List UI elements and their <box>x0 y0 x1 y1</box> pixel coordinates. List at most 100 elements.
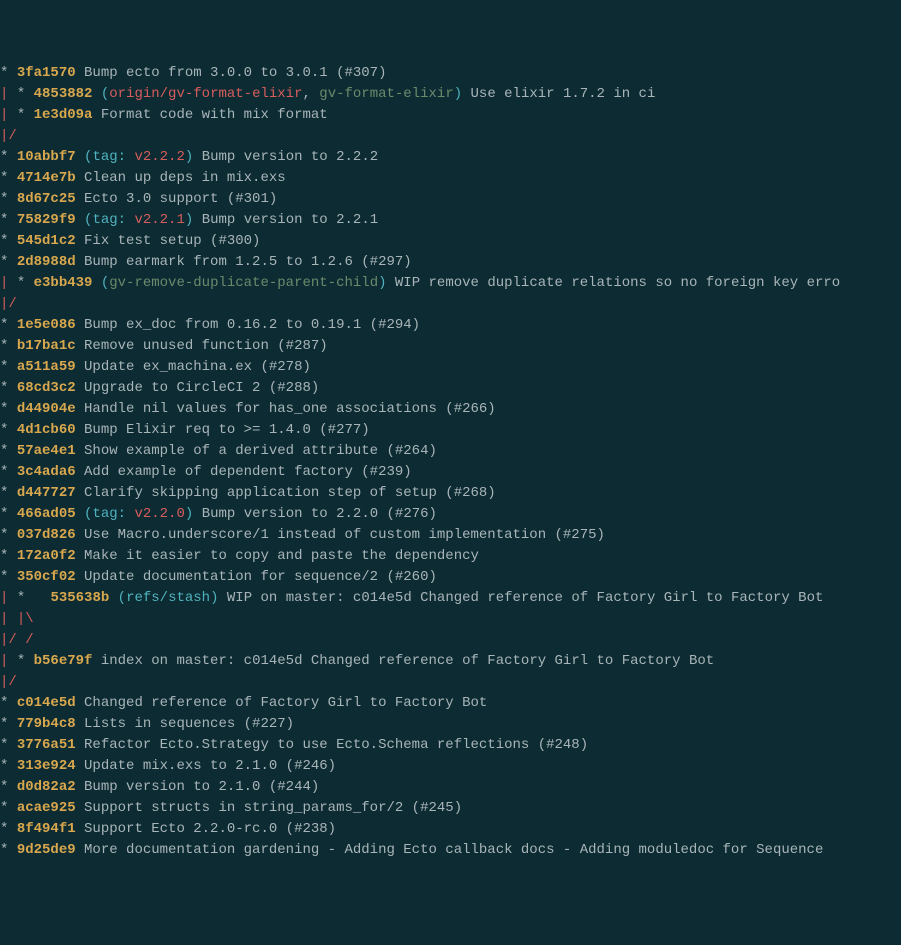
commit-hash: 037d826 <box>17 527 76 543</box>
log-line: * 3c4ada6 Add example of dependent facto… <box>0 462 901 483</box>
commit-message: Clarify skipping application step of set… <box>84 485 496 501</box>
commit-hash: b17ba1c <box>17 338 76 354</box>
log-line: * d44904e Handle nil values for has_one … <box>0 399 901 420</box>
commit-hash: c014e5d <box>17 695 76 711</box>
log-line: * 1e5e086 Bump ex_doc from 0.16.2 to 0.1… <box>0 315 901 336</box>
commit-message: Refactor Ecto.Strategy to use Ecto.Schem… <box>84 737 588 753</box>
ref-tag-label: tag: <box>92 149 134 165</box>
commit-message: WIP remove duplicate relations so no for… <box>395 275 840 291</box>
ref-branch-local: gv-remove-duplicate-parent-child <box>109 275 378 291</box>
log-line: * 2d8988d Bump earmark from 1.2.5 to 1.2… <box>0 252 901 273</box>
log-line: | |\ <box>0 609 901 630</box>
ref-msg: , <box>302 86 319 102</box>
commit-hash: 172a0f2 <box>17 548 76 564</box>
commit-message: Changed reference of Factory Girl to Fac… <box>84 695 487 711</box>
commit-message: WIP on master: c014e5d Changed reference… <box>227 590 824 606</box>
commit-message: Fix test setup (#300) <box>84 233 260 249</box>
commit-message: Support Ecto 2.2.0-rc.0 (#238) <box>84 821 336 837</box>
log-line: * b17ba1c Remove unused function (#287) <box>0 336 901 357</box>
commit-hash: 75829f9 <box>17 212 76 228</box>
commit-message: Update documentation for sequence/2 (#26… <box>84 569 437 585</box>
commit-message: Update mix.exs to 2.1.0 (#246) <box>84 758 336 774</box>
log-line: * 8d67c25 Ecto 3.0 support (#301) <box>0 189 901 210</box>
commit-message: Bump version to 2.1.0 (#244) <box>84 779 319 795</box>
commit-message: Upgrade to CircleCI 2 (#288) <box>84 380 319 396</box>
log-line: * 4d1cb60 Bump Elixir req to >= 1.4.0 (#… <box>0 420 901 441</box>
log-line: * acae925 Support structs in string_para… <box>0 798 901 819</box>
commit-hash: 4714e7b <box>17 170 76 186</box>
commit-hash: 1e5e086 <box>17 317 76 333</box>
commit-message: Use elixir 1.7.2 in ci <box>471 86 656 102</box>
commit-hash: 4d1cb60 <box>17 422 76 438</box>
commit-message: Use Macro.underscore/1 instead of custom… <box>84 527 605 543</box>
ref-tag-val: v2.2.2 <box>134 149 184 165</box>
commit-hash: 3c4ada6 <box>17 464 76 480</box>
commit-hash: acae925 <box>17 800 76 816</box>
commit-hash: 1e3d09a <box>34 107 93 123</box>
commit-hash: 3fa1570 <box>17 65 76 81</box>
ref-branch-local: gv-format-elixir <box>319 86 453 102</box>
log-line: |/ / <box>0 630 901 651</box>
log-line: |/ <box>0 294 901 315</box>
log-line: * 779b4c8 Lists in sequences (#227) <box>0 714 901 735</box>
log-line: * c014e5d Changed reference of Factory G… <box>0 693 901 714</box>
commit-hash: d447727 <box>17 485 76 501</box>
commit-message: Bump earmark from 1.2.5 to 1.2.6 (#297) <box>84 254 412 270</box>
commit-message: Make it easier to copy and paste the dep… <box>84 548 479 564</box>
log-line: | * 1e3d09a Format code with mix format <box>0 105 901 126</box>
log-line: * 172a0f2 Make it easier to copy and pas… <box>0 546 901 567</box>
log-line: | * e3bb439 (gv-remove-duplicate-parent-… <box>0 273 901 294</box>
commit-hash: 8f494f1 <box>17 821 76 837</box>
commit-message: index on master: c014e5d Changed referen… <box>101 653 714 669</box>
commit-hash: 9d25de9 <box>17 842 76 858</box>
commit-message: Show example of a derived attribute (#26… <box>84 443 437 459</box>
log-line: * 3776a51 Refactor Ecto.Strategy to use … <box>0 735 901 756</box>
log-line: |/ <box>0 672 901 693</box>
commit-hash: 350cf02 <box>17 569 76 585</box>
commit-message: Bump version to 2.2.1 <box>202 212 378 228</box>
commit-hash: 3776a51 <box>17 737 76 753</box>
log-line: * 3fa1570 Bump ecto from 3.0.0 to 3.0.1 … <box>0 63 901 84</box>
commit-message: Update ex_machina.ex (#278) <box>84 359 311 375</box>
log-line: * 10abbf7 (tag: v2.2.2) Bump version to … <box>0 147 901 168</box>
commit-message: Ecto 3.0 support (#301) <box>84 191 277 207</box>
ref-ref: refs/stash <box>126 590 210 606</box>
commit-hash: 466ad05 <box>17 506 76 522</box>
commit-hash: 8d67c25 <box>17 191 76 207</box>
commit-hash: a511a59 <box>17 359 76 375</box>
commit-hash: 535638b <box>50 590 109 606</box>
commit-hash: b56e79f <box>34 653 93 669</box>
log-line: * 466ad05 (tag: v2.2.0) Bump version to … <box>0 504 901 525</box>
commit-message: More documentation gardening - Adding Ec… <box>84 842 823 858</box>
commit-hash: 57ae4e1 <box>17 443 76 459</box>
log-line: * 545d1c2 Fix test setup (#300) <box>0 231 901 252</box>
log-line: * 8f494f1 Support Ecto 2.2.0-rc.0 (#238) <box>0 819 901 840</box>
commit-hash: 313e924 <box>17 758 76 774</box>
commit-message: Format code with mix format <box>101 107 328 123</box>
commit-hash: d0d82a2 <box>17 779 76 795</box>
git-log-output: * 3fa1570 Bump ecto from 3.0.0 to 3.0.1 … <box>0 63 901 861</box>
log-line: * 313e924 Update mix.exs to 2.1.0 (#246) <box>0 756 901 777</box>
log-line: * a511a59 Update ex_machina.ex (#278) <box>0 357 901 378</box>
ref-tag-label: tag: <box>92 212 134 228</box>
commit-message: Bump ecto from 3.0.0 to 3.0.1 (#307) <box>84 65 386 81</box>
commit-hash: 10abbf7 <box>17 149 76 165</box>
log-line: * 4714e7b Clean up deps in mix.exs <box>0 168 901 189</box>
commit-message: Bump version to 2.2.2 <box>202 149 378 165</box>
log-line: * 68cd3c2 Upgrade to CircleCI 2 (#288) <box>0 378 901 399</box>
log-line: * 9d25de9 More documentation gardening -… <box>0 840 901 861</box>
log-line: * 037d826 Use Macro.underscore/1 instead… <box>0 525 901 546</box>
commit-message: Remove unused function (#287) <box>84 338 328 354</box>
commit-hash: e3bb439 <box>34 275 93 291</box>
commit-hash: 2d8988d <box>17 254 76 270</box>
ref-branch-remote: origin/gv-format-elixir <box>109 86 302 102</box>
commit-message: Support structs in string_params_for/2 (… <box>84 800 462 816</box>
commit-message: Lists in sequences (#227) <box>84 716 294 732</box>
commit-hash: 68cd3c2 <box>17 380 76 396</box>
commit-message: Bump version to 2.2.0 (#276) <box>202 506 437 522</box>
commit-message: Clean up deps in mix.exs <box>84 170 286 186</box>
commit-hash: d44904e <box>17 401 76 417</box>
log-line: * d447727 Clarify skipping application s… <box>0 483 901 504</box>
commit-message: Bump Elixir req to >= 1.4.0 (#277) <box>84 422 370 438</box>
ref-tag-val: v2.2.0 <box>134 506 184 522</box>
